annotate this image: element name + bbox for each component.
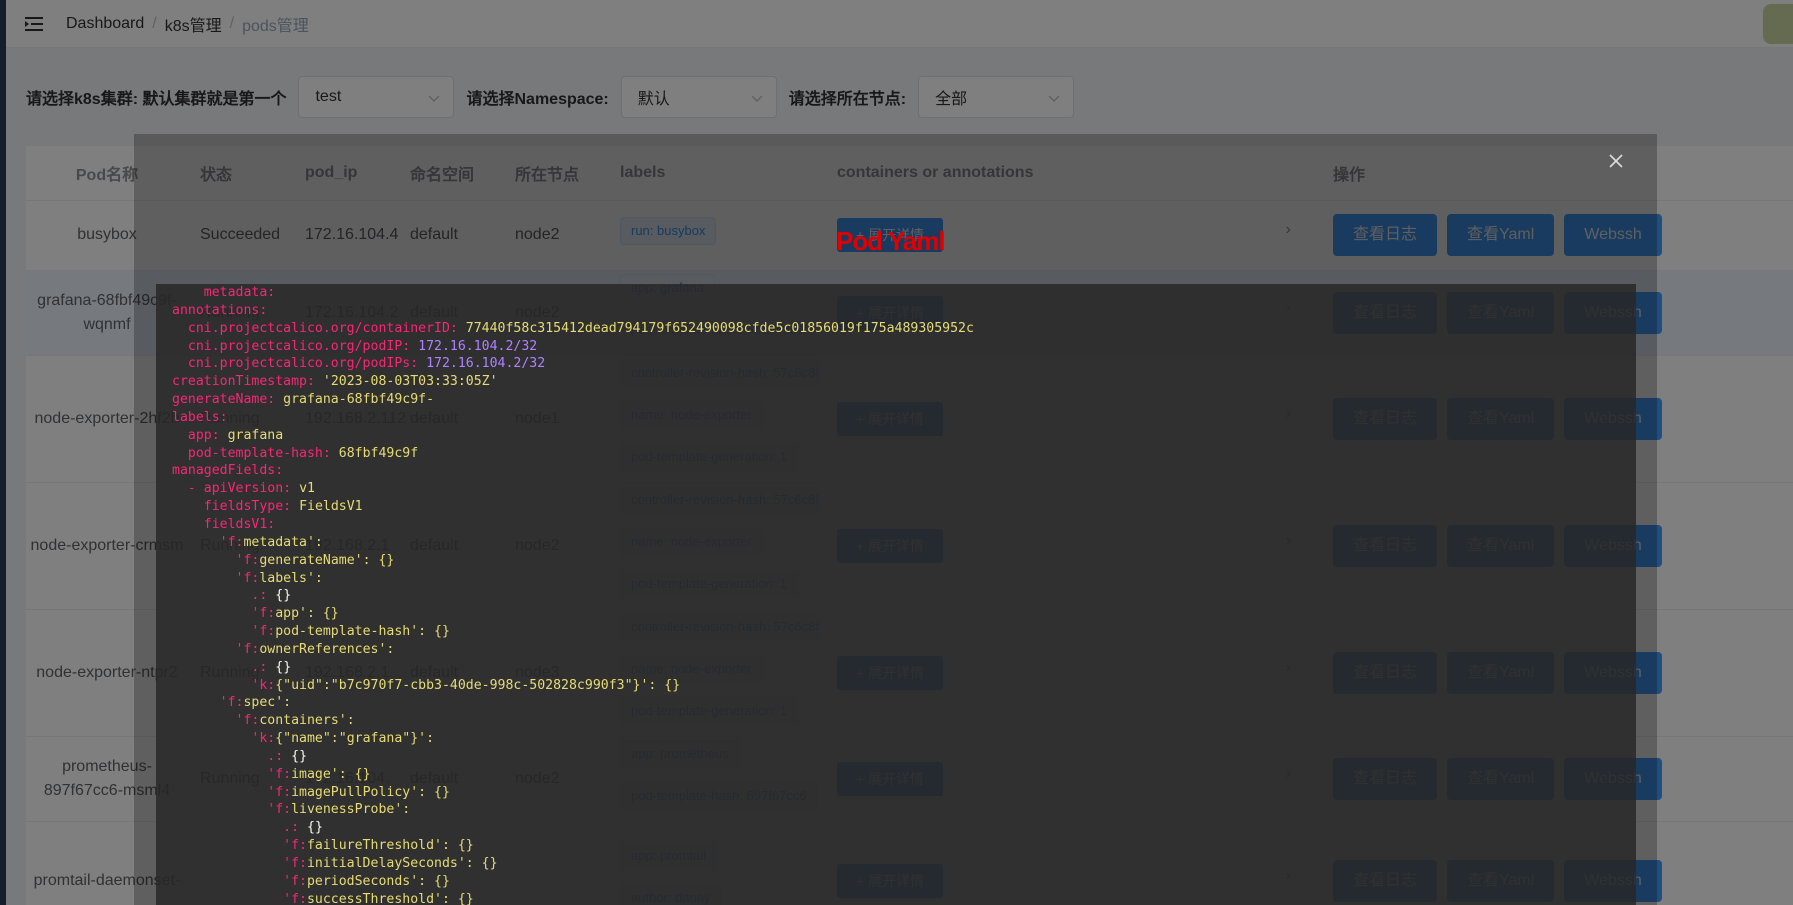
yaml-line: 'k:{"name":"grafana"}': [251, 731, 435, 747]
yaml-line: 'f:generateName': {} [235, 552, 395, 568]
yaml-line: labels: [172, 409, 228, 425]
yaml-line: .: {} [251, 659, 292, 675]
yaml-line: .: {} [251, 588, 292, 604]
yaml-content: metadata: annotations: cni.projectcalico.… [156, 284, 1636, 905]
yaml-line: fieldsType: FieldsV1 [203, 499, 363, 515]
yaml-line: .: {} [283, 820, 323, 836]
yaml-line: 'f:imagePullPolicy': {} [267, 784, 450, 800]
pod-yaml-dialog: Pod Yaml metadata: annotations: cni.proje… [134, 134, 1657, 905]
yaml-line: 'k:{"uid":"b7c970f7-cbb3-40de-998c-50282… [251, 677, 681, 693]
yaml-editor[interactable]: metadata: annotations: cni.projectcalico.… [156, 284, 1636, 905]
yaml-line: 'f:successThreshold': {} [283, 891, 474, 905]
yaml-line: 'f:labels': [235, 570, 323, 586]
close-icon[interactable] [1607, 152, 1625, 170]
yaml-line: 'f:containers': [235, 713, 355, 729]
yaml-line: 'f:periodSeconds': {} [283, 873, 450, 889]
yaml-line: .: {} [267, 748, 308, 764]
yaml-line: 'f:app': {} [251, 606, 339, 622]
yaml-line: 'f:initialDelaySeconds': {} [283, 856, 498, 871]
yaml-line: fieldsV1: [203, 516, 276, 532]
yaml-line: app: grafana [187, 427, 284, 443]
yaml-line: cni.projectcalico.org/podIP: 172.16.104.… [187, 338, 538, 354]
yaml-line: metadata: [203, 285, 276, 300]
yaml-line: managedFields: [172, 463, 284, 479]
yaml-line: pod-template-hash: 68fbf49c9f [187, 445, 419, 461]
page: Dashboard / k8s管理 / pods管理 请选择k8s集群: 默认集… [0, 0, 1793, 905]
yaml-line: 'f:image': {} [267, 766, 371, 782]
dialog-title: Pod Yaml [836, 226, 946, 256]
yaml-line: creationTimestamp: '2023-08-03T03:33:05Z… [172, 374, 498, 390]
yaml-line: 'f:metadata': [219, 534, 323, 550]
yaml-line: cni.projectcalico.org/containerID: 77440… [187, 320, 974, 336]
yaml-line: annotations: [172, 302, 268, 318]
yaml-line: 'f:pod-template-hash': {} [251, 624, 450, 640]
yaml-line: 'f:ownerReferences': [235, 641, 395, 657]
yaml-line: 'f:failureThreshold': {} [283, 838, 474, 854]
yaml-line: 'f:spec': [219, 695, 292, 711]
yaml-line: 'f:livenessProbe': [267, 802, 411, 818]
yaml-line: generateName: grafana-68fbf49c9f- [172, 392, 435, 408]
yaml-line: - apiVersion: v1 [187, 481, 315, 497]
yaml-line: cni.projectcalico.org/podIPs: 172.16.104… [187, 356, 546, 372]
